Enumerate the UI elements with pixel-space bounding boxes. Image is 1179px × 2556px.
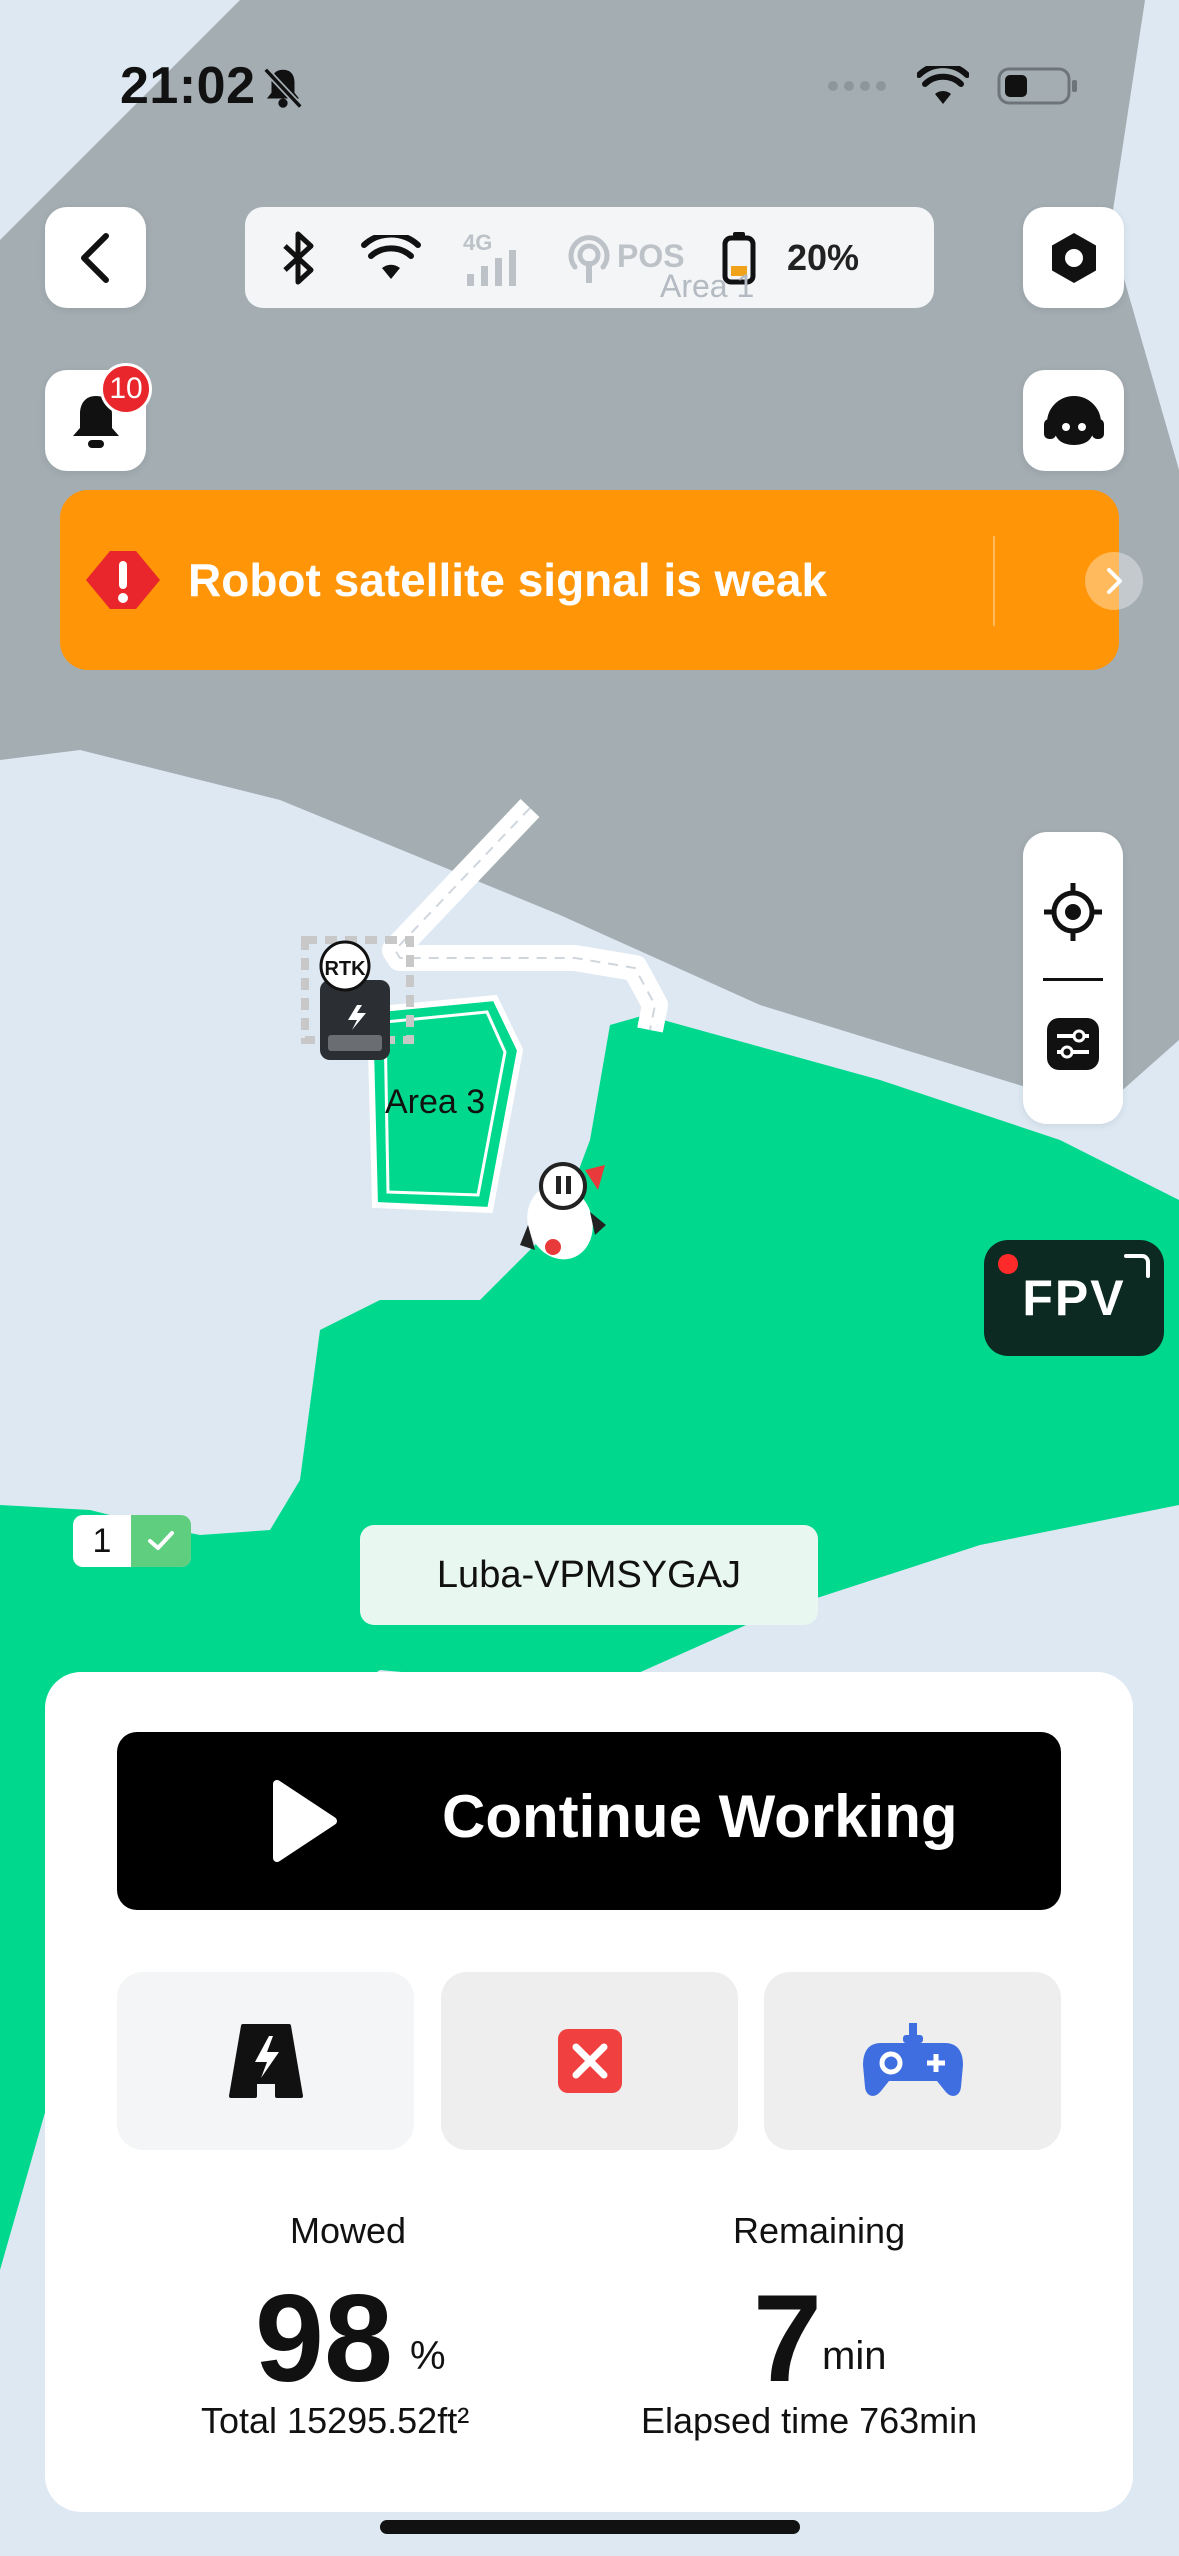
stop-button[interactable] xyxy=(441,1972,738,2150)
signal-dots-icon xyxy=(828,81,886,91)
area1-label: Area 1 xyxy=(660,268,755,304)
svg-text:RTK: RTK xyxy=(324,958,366,980)
warning-icon xyxy=(86,551,160,609)
status-time: 21:02 xyxy=(120,57,256,115)
home-indicator[interactable] xyxy=(380,2520,800,2534)
locate-button[interactable] xyxy=(1023,862,1123,962)
support-button[interactable] xyxy=(1023,370,1124,471)
headset-icon xyxy=(1043,395,1104,445)
stop-icon xyxy=(557,2029,622,2093)
remaining-title: Remaining xyxy=(733,2210,906,2251)
elapsed-time-label: Elapsed time 763min xyxy=(641,2400,978,2441)
back-button[interactable] xyxy=(45,207,146,308)
connectivity-bar[interactable]: 4G POS 20% xyxy=(245,207,934,308)
recording-dot-icon xyxy=(998,1254,1018,1274)
settings-button[interactable] xyxy=(1023,207,1124,308)
status-bar: 21:02 xyxy=(0,0,1179,170)
wifi-icon xyxy=(361,234,421,279)
map-controls-panel xyxy=(1023,832,1123,1124)
mowed-value: 98 xyxy=(255,2270,393,2408)
cellular-4g-icon: 4G xyxy=(463,230,516,286)
chevron-left-icon xyxy=(80,232,109,283)
zone-number: 1 xyxy=(92,1521,112,1560)
crosshair-icon xyxy=(1044,883,1102,941)
manual-control-button[interactable] xyxy=(764,1972,1061,2150)
bluetooth-icon xyxy=(283,231,314,284)
hexagon-settings-icon xyxy=(1051,232,1096,283)
checkmark-icon xyxy=(148,1531,174,1550)
return-to-charge-icon xyxy=(228,2024,303,2098)
mowed-unit: % xyxy=(410,2334,446,2378)
fpv-label: FPV xyxy=(1022,1270,1126,1326)
muted-bell-icon xyxy=(263,67,303,109)
alert-divider xyxy=(993,536,995,626)
wifi-status-icon xyxy=(917,66,969,104)
battery-low-icon xyxy=(997,67,1077,105)
play-icon xyxy=(273,1780,337,1862)
corner-bracket-icon xyxy=(1124,1254,1150,1278)
remaining-value: 7 xyxy=(753,2270,822,2408)
svg-text:4G: 4G xyxy=(463,230,492,255)
alert-text: Robot satellite signal is weak xyxy=(188,554,828,606)
zone-badge[interactable]: 1 xyxy=(73,1515,191,1567)
total-area-label: Total 15295.52ft² xyxy=(201,2400,470,2441)
continue-working-label: Continue Working xyxy=(442,1783,958,1850)
battery-percent: 20% xyxy=(787,236,860,278)
fpv-button[interactable]: FPV xyxy=(984,1240,1164,1356)
chevron-right-icon xyxy=(1107,568,1122,594)
alert-banner[interactable]: Robot satellite signal is weak xyxy=(60,490,1143,670)
notification-count-badge: 10 xyxy=(100,363,152,415)
mowed-title: Mowed xyxy=(290,2210,407,2251)
gamepad-icon xyxy=(862,2023,963,2096)
map-filter-button[interactable] xyxy=(1023,994,1123,1094)
continue-working-button[interactable]: Continue Working xyxy=(117,1732,1061,1910)
device-name-label[interactable]: Luba-VPMSYGAJ xyxy=(360,1525,818,1625)
area3-label: Area 3 xyxy=(385,1083,486,1121)
return-to-charge-button[interactable] xyxy=(117,1972,414,2150)
alert-details-button[interactable] xyxy=(1085,552,1143,610)
remaining-unit: min xyxy=(822,2334,887,2378)
sliders-icon xyxy=(1047,1018,1099,1070)
controls-divider xyxy=(1043,978,1103,981)
control-panel: Continue Working Mowed 98 % Total 15295.… xyxy=(45,1672,1133,2512)
